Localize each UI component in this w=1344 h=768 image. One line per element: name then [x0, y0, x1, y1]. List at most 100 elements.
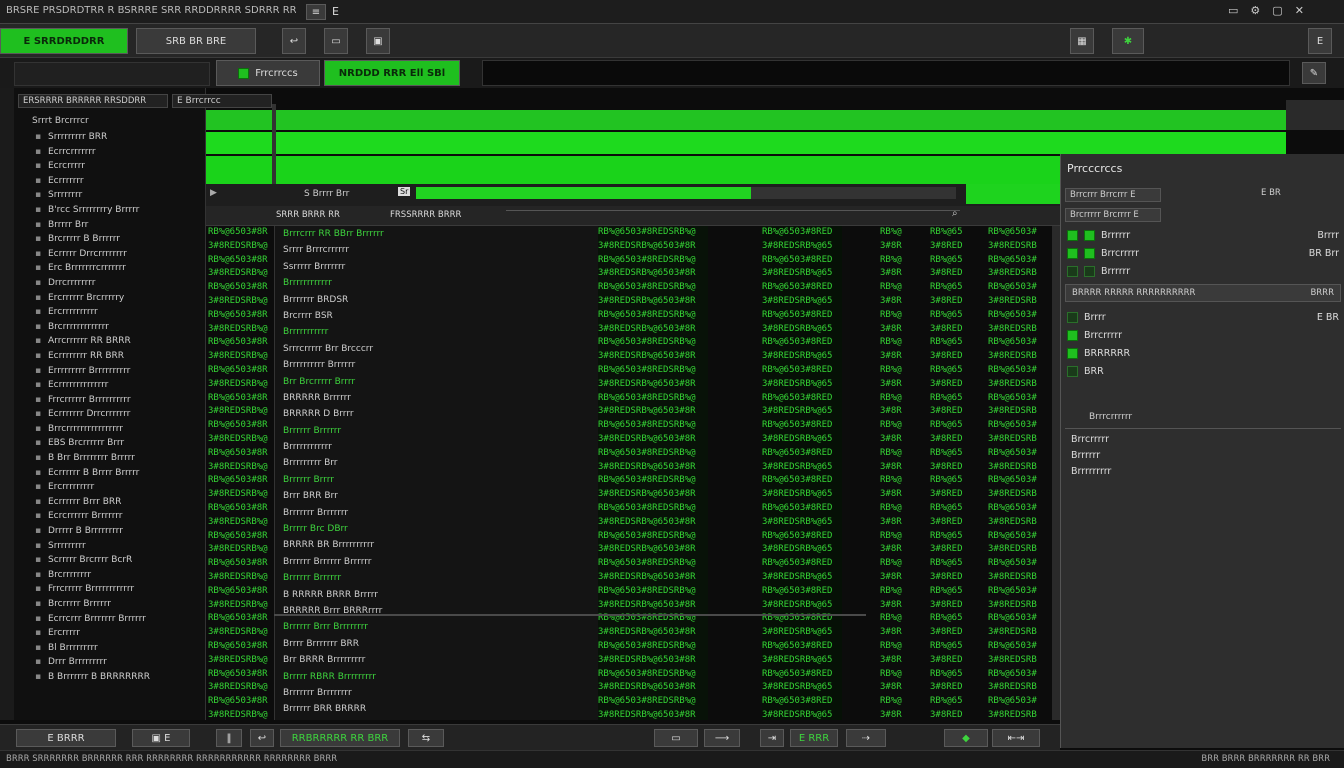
bottom-mid-button[interactable]: ▣ E: [132, 729, 190, 747]
left-list-item[interactable]: ▪ Srrrrrrrrr BRR: [30, 130, 206, 145]
toggle-icon[interactable]: [1067, 265, 1078, 277]
bottom-link-icon[interactable]: ⇆: [408, 729, 444, 747]
bottom-next-icon[interactable]: ⇢: [846, 729, 886, 747]
left-list-item[interactable]: ▪ Ercrrrrrrrrrr: [30, 305, 206, 320]
center-row[interactable]: Brrrrrrrrrrr: [283, 324, 598, 340]
right-option-row[interactable]: BRRRRRR: [1061, 344, 1344, 362]
toggle-icon[interactable]: [1067, 229, 1078, 241]
center-row[interactable]: Brrrrrr Brrr Brrrrrrrr: [283, 619, 598, 635]
center-row[interactable]: Brrrrrr BRR BRRRR: [283, 701, 598, 717]
center-row[interactable]: Ssrrrrr Brrrrrrr: [283, 259, 598, 275]
bottom-step-icon[interactable]: ⇥: [760, 729, 784, 747]
column-search-icon[interactable]: ⌕: [952, 208, 958, 219]
menu-extra[interactable]: E: [332, 5, 339, 18]
bottom-slider[interactable]: ▭: [654, 729, 698, 747]
left-list-item[interactable]: ▪ B'rcc Srrrrrrrry Brrrrr: [30, 203, 206, 218]
bottom-arrow-icon[interactable]: ⟶: [704, 729, 740, 747]
center-row[interactable]: BRRRRR D Brrrr: [283, 406, 598, 422]
left-list-item[interactable]: ▪ Ecrrrrrrr Drrcrrrrrrr: [30, 407, 206, 422]
bottom-count-tag[interactable]: ◆: [944, 729, 988, 747]
gear-icon[interactable]: ⚙: [1250, 4, 1260, 17]
group-item[interactable]: Brrrrrr: [1065, 447, 1341, 463]
left-list-item[interactable]: ▪ Errrrrrrrr Brrrrrrrrrr: [30, 364, 206, 379]
bottom-left-button[interactable]: E BRRR: [16, 729, 116, 747]
center-row[interactable]: Brr Brcrrrrr Brrrr: [283, 374, 598, 390]
left-list-item[interactable]: ▪ Erc Brrrrrrrcrrrrrrr: [30, 261, 206, 276]
left-list-item[interactable]: ▪ Brrcrrrrrrrrrrrrrrrr: [30, 422, 206, 437]
maximize-icon[interactable]: ▢: [1272, 4, 1282, 17]
left-list-item[interactable]: ▪ B Brr Brrrrrrrr Brrrrr: [30, 451, 206, 466]
left-list-item[interactable]: ▪ Bl Brrrrrrrrr: [30, 641, 206, 656]
right-option-row[interactable]: Brrrr E BR: [1061, 308, 1344, 326]
center-row[interactable]: Brrrrrrrrrrrr: [283, 275, 598, 291]
left-list-item[interactable]: ▪ Drrr Brrrrrrrrr: [30, 655, 206, 670]
center-row[interactable]: B RRRRR BRRR Brrrrr: [283, 587, 598, 603]
left-list-item[interactable]: ▪ Brcrrrrrrrrrrrrr: [30, 320, 206, 335]
right-subtitle[interactable]: Brrcrrr Brrcrrr E: [1065, 188, 1161, 202]
right-panel-row[interactable]: Brrrrrr Brrrr: [1061, 226, 1344, 244]
toggle-icon[interactable]: [1084, 265, 1095, 277]
center-row[interactable]: Brrrrrrr BRDSR: [283, 292, 598, 308]
left-list-item[interactable]: ▪ Srrrrrrrr: [30, 188, 206, 203]
left-list-item[interactable]: ▪ B Brrrrrrr B BRRRRRRR: [30, 670, 206, 685]
bottom-green-tag[interactable]: E RRR: [790, 729, 838, 747]
checkbox-icon[interactable]: [1067, 329, 1078, 341]
bottom-filter-button[interactable]: RRBRRRRR RR BRR: [280, 729, 400, 747]
left-list-item[interactable]: ▪ Drrcrrrrrrrr: [30, 276, 206, 291]
left-list-item[interactable]: ▪ Ecrrrrrrrrrrrrrr: [30, 378, 206, 393]
panel-icon[interactable]: ▭: [324, 28, 348, 54]
center-row[interactable]: Brrrrr RBRR Brrrrrrrrr: [283, 669, 598, 685]
play-icon[interactable]: ▶: [210, 188, 217, 198]
left-list-item[interactable]: ▪ Brcrrrrr Brrrrrr: [30, 597, 206, 612]
left-list-item[interactable]: ▪ Ercrrrrrr Brcrrrrry: [30, 291, 206, 306]
toggle-icon[interactable]: [1084, 247, 1095, 259]
left-list-item[interactable]: ▪ Ecrcrrrrrr Brrrrrrr: [30, 509, 206, 524]
search-button[interactable]: SRB BR BRE: [136, 28, 256, 54]
toggle-icon[interactable]: [1084, 229, 1095, 241]
layout-icon[interactable]: ▦: [1070, 28, 1094, 54]
center-row[interactable]: Brcrrrr BSR: [283, 308, 598, 324]
minimize-icon[interactable]: ▭: [1228, 4, 1238, 17]
tab-active[interactable]: NRDDD RRR Ell SBl: [324, 60, 460, 86]
menu-button[interactable]: ≡: [306, 4, 326, 20]
bottom-back-icon[interactable]: ↩: [250, 729, 274, 747]
center-row[interactable]: Brrrrr Brc DBrr: [283, 521, 598, 537]
center-row[interactable]: Srrrr Brrrcrrrrrr: [283, 242, 598, 258]
group-item[interactable]: Brrcrrrrr: [1065, 431, 1341, 447]
scrollbar-vertical[interactable]: [1052, 226, 1060, 720]
group-item[interactable]: Brrrrrrrrr: [1065, 463, 1341, 479]
right-panel-row[interactable]: Brrrrrr: [1061, 262, 1344, 280]
left-list-item[interactable]: ▪ EBS Brcrrrrrr Brrr: [30, 436, 206, 451]
center-row[interactable]: BRRRR BR Brrrrrrrrrr: [283, 537, 598, 553]
center-row[interactable]: Brrr BRR Brr: [283, 488, 598, 504]
center-row[interactable]: Brrrrrr Brrrrrr: [283, 423, 598, 439]
right-panel-row[interactable]: Brrcrrrrr BR Brr: [1061, 244, 1344, 262]
left-list-item[interactable]: ▪ Srrrrrrrrr: [30, 539, 206, 554]
center-row[interactable]: Srrrcrrrrr Brr Brcccrr: [283, 341, 598, 357]
center-row[interactable]: Brrrr Brrrrrrr BRR: [283, 636, 598, 652]
center-row[interactable]: Brrrrrrr Brrrrrrr: [283, 505, 598, 521]
left-list-item[interactable]: ▪ Scrrrrr Brcrrrr BcrR: [30, 553, 206, 568]
left-list-item[interactable]: ▪ Ercrrrrr: [30, 626, 206, 641]
path-row[interactable]: BRRRR RRRRR RRRRRRRRRR BRRR: [1065, 284, 1341, 302]
checkbox-icon[interactable]: [1067, 347, 1078, 359]
right-option-row[interactable]: BRR: [1061, 362, 1344, 380]
left-list-item[interactable]: ▪ Ecrrrrrrrr RR BRR: [30, 349, 206, 364]
left-list-item[interactable]: ▪ Brrrrr Brr: [30, 218, 206, 233]
left-list-item[interactable]: ▪ Arrcrrrrrr RR BRRR: [30, 334, 206, 349]
bug-icon[interactable]: ✱: [1112, 28, 1144, 54]
center-row[interactable]: Brrrcrrr RR BBrr Brrrrrr: [283, 226, 598, 242]
left-list-item[interactable]: ▪ Ecrrcrrr Brrrrrrr Brrrrrr: [30, 612, 206, 627]
sort-label[interactable]: SRRR BRRR RR: [276, 210, 340, 220]
filter-label[interactable]: FRSSRRRR BRRR: [390, 210, 461, 220]
left-list-item[interactable]: ▪ Ecrrrrr Drrcrrrrrrrr: [30, 247, 206, 262]
tab-frrcrrccs[interactable]: Frrcrrccs: [216, 60, 320, 86]
left-list-item[interactable]: ▪ Frrcrrrrrr Brrrrrrrrrr: [30, 393, 206, 408]
checkbox-icon[interactable]: [1067, 311, 1078, 323]
center-row[interactable]: Brrrrrr Brrrrrr Brrrrrr: [283, 554, 598, 570]
left-list-item[interactable]: ▪ Brcrrrrrrrr: [30, 568, 206, 583]
left-list-item[interactable]: ▪ Ecrrcrrrrrrr: [30, 145, 206, 160]
progress-track[interactable]: [416, 187, 956, 199]
left-list-item[interactable]: ▪ Ercrrrrrrrrr: [30, 480, 206, 495]
left-list-item[interactable]: ▪ Brcrrrrr B Brrrrrr: [30, 232, 206, 247]
